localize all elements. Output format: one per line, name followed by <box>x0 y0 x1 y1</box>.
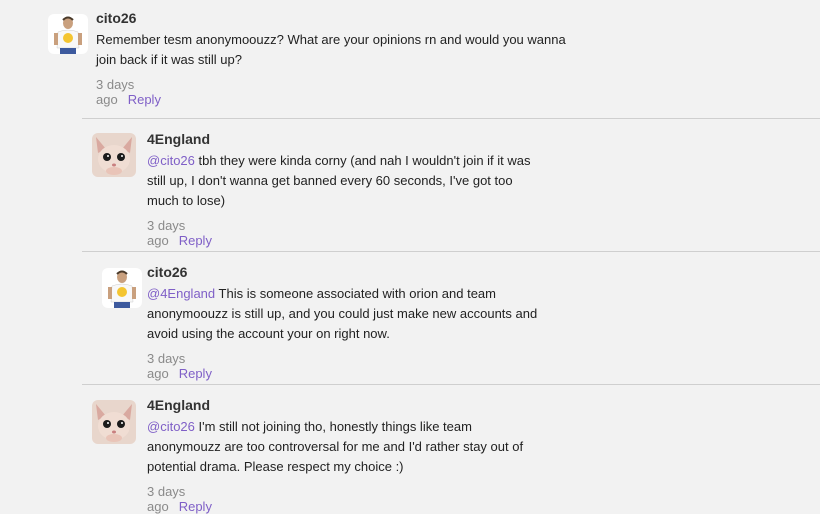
person-avatar-icon <box>102 268 142 308</box>
comment-body: Remember tesm anonymoouzz? What are your… <box>96 32 566 67</box>
reply-button[interactable]: Reply <box>128 92 161 107</box>
comment-body: tbh they were kinda corny (and nah I wou… <box>147 153 531 208</box>
reply-button[interactable]: Reply <box>179 499 212 514</box>
avatar[interactable] <box>48 14 88 54</box>
comment-username[interactable]: 4England <box>147 397 210 413</box>
comment-body: I'm still not joining tho, honestly thin… <box>147 419 524 474</box>
comment-username[interactable]: 4England <box>147 131 210 147</box>
comment-text: @cito26 I'm still not joining tho, hones… <box>147 417 537 477</box>
divider <box>82 384 820 385</box>
comment-meta: 3 days ago Reply <box>147 351 212 381</box>
comment-text: @4England This is someone associated wit… <box>147 284 547 344</box>
comment-text: Remember tesm anonymoouzz? What are your… <box>96 30 576 70</box>
comment-text: @cito26 tbh they were kinda corny (and n… <box>147 151 542 211</box>
comment-mention[interactable]: @cito26 <box>147 419 195 434</box>
avatar[interactable] <box>92 400 136 444</box>
cat-avatar-icon <box>92 133 136 177</box>
comment-username[interactable]: cito26 <box>96 10 136 26</box>
reply-button[interactable]: Reply <box>179 366 212 381</box>
comment-meta: 3 days ago Reply <box>96 77 161 107</box>
comment-mention[interactable]: @cito26 <box>147 153 195 168</box>
reply-button[interactable]: Reply <box>179 233 212 248</box>
cat-avatar-icon <box>92 400 136 444</box>
person-avatar-icon <box>48 14 88 54</box>
comment-mention[interactable]: @4England <box>147 286 215 301</box>
divider <box>82 251 820 252</box>
avatar[interactable] <box>92 133 136 177</box>
avatar[interactable] <box>102 268 142 308</box>
comment-username[interactable]: cito26 <box>147 264 187 280</box>
comment-meta: 3 days ago Reply <box>147 484 212 514</box>
divider <box>82 118 820 119</box>
comment-meta: 3 days ago Reply <box>147 218 212 248</box>
